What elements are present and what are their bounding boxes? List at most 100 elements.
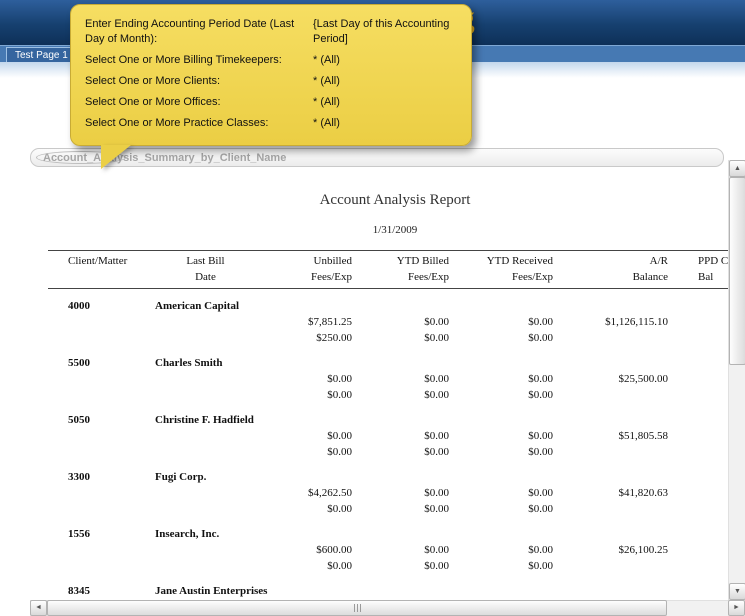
scroll-left-button[interactable]: ◄ <box>30 600 47 616</box>
amount-cell: $0.00 <box>327 389 352 401</box>
tooltip-value: * (All) <box>313 96 340 108</box>
amount-cell: $51,805.58 <box>618 430 669 442</box>
amount-cell: $41,820.63 <box>618 487 669 499</box>
amount-cell: $0.00 <box>424 373 449 385</box>
amount-cell <box>553 501 668 517</box>
table-row: $250.00 $0.00 $0.00 <box>48 330 728 346</box>
amount-cell: $0.00 <box>424 487 449 499</box>
client-group: 3300 Fugi Corp. $4,262.50 $0.00 $0.00 $41,820… <box>48 469 728 517</box>
tooltip-value: * (All) <box>313 117 340 129</box>
report-date: 1/31/2009 <box>372 224 418 236</box>
amount-cell: $0.00 <box>528 446 553 458</box>
amount-cell: $25,500.00 <box>618 373 669 385</box>
client-name: Jane Austin Enterprises <box>155 585 268 597</box>
amount-cell: $0.00 <box>424 560 449 572</box>
tooltip-value: {Last Day of this Accounting Period] <box>313 18 450 45</box>
vertical-scroll-thumb[interactable] <box>729 177 745 365</box>
amount-cell: $0.00 <box>528 373 553 385</box>
amount-cell <box>668 314 728 330</box>
client-group: 1556 Insearch, Inc. $600.00 $0.00 $0.00 $26,1… <box>48 526 728 574</box>
tooltip-label: Select One or More Practice Classes: <box>85 117 269 129</box>
amount-cell: $4,262.50 <box>308 487 352 499</box>
tooltip-row: Enter Ending Accounting Period Date (Las… <box>85 17 457 47</box>
amount-cell: $1,126,115.10 <box>605 316 668 328</box>
table-row: $4,262.50 $0.00 $0.00 $41,820.63 <box>48 485 728 501</box>
client-id: 1556 <box>68 528 90 540</box>
scroll-thumb-grip <box>353 604 361 612</box>
amount-cell: $0.00 <box>424 332 449 344</box>
client-name: Fugi Corp. <box>155 471 207 483</box>
amount-cell: $7,851.25 <box>308 316 352 328</box>
tooltip-label: Enter Ending Accounting Period Date (Las… <box>85 18 295 45</box>
client-id: 8345 <box>68 585 90 597</box>
column-header: Last Bill Date <box>186 255 225 283</box>
amount-cell: $0.00 <box>327 430 352 442</box>
amount-cell: $0.00 <box>327 560 352 572</box>
report-viewport: Account Analysis Report 1/31/2009 Client… <box>30 168 728 600</box>
report-table: Client/Matter Last Bill Date Unbilled Fees/E… <box>48 250 728 599</box>
amount-cell <box>668 330 728 346</box>
client-group: 5050 Christine F. Hadfield $0.00 $0.00 $0.00… <box>48 412 728 460</box>
amount-cell: $0.00 <box>424 430 449 442</box>
vertical-scrollbar[interactable]: ▲ ▼ <box>728 160 745 600</box>
amount-cell <box>668 501 728 517</box>
client-group: 5500 Charles Smith $0.00 $0.00 $0.00 $25,500.… <box>48 355 728 403</box>
column-header: YTD Billed Fees/Exp <box>396 255 449 283</box>
client-name: Charles Smith <box>155 357 223 369</box>
client-group: 4000 American Capital $7,851.25 $0.00 $0.00 $… <box>48 298 728 346</box>
amount-cell: $0.00 <box>528 389 553 401</box>
tooltip-label: Select One or More Billing Timekeepers: <box>85 54 282 66</box>
tooltip-label: Select One or More Offices: <box>85 96 221 108</box>
table-row: $0.00 $0.00 $0.00 <box>48 387 728 403</box>
amount-cell <box>668 444 728 460</box>
amount-cell: $250.00 <box>316 332 352 344</box>
scroll-right-button[interactable]: ► <box>728 600 745 616</box>
tooltip-row: Select One or More Practice Classes: * (A… <box>85 116 457 131</box>
amount-cell <box>668 428 728 444</box>
table-row: $0.00 $0.00 $0.00 $51,805.58 <box>48 428 728 444</box>
tooltip-label: Select One or More Clients: <box>85 75 221 87</box>
amount-cell: $0.00 <box>528 487 553 499</box>
client-group: 8345 Jane Austin Enterprises <box>48 583 728 599</box>
table-row: $0.00 $0.00 $0.00 <box>48 558 728 574</box>
column-header: YTD Received Fees/Exp <box>486 255 553 283</box>
amount-cell: $0.00 <box>528 544 553 556</box>
amount-cell: $0.00 <box>424 446 449 458</box>
tooltip-row: Select One or More Clients: * (All) <box>85 74 457 89</box>
amount-cell <box>668 558 728 574</box>
report-title: Account Analysis Report <box>319 192 471 208</box>
amount-cell: $0.00 <box>424 503 449 515</box>
report-section-header[interactable]: Account_Analysis_Summary_by_Client_Name <box>30 148 724 167</box>
amount-cell: $0.00 <box>327 446 352 458</box>
amount-cell: $0.00 <box>424 389 449 401</box>
amount-cell <box>553 387 668 403</box>
amount-cell <box>668 371 728 387</box>
amount-cell <box>668 542 728 558</box>
client-id: 5050 <box>68 414 90 426</box>
tooltip-row: Select One or More Billing Timekeepers: *… <box>85 53 457 68</box>
report-table-body: 4000 American Capital $7,851.25 $0.00 $0.00 $… <box>48 298 728 599</box>
table-row: $0.00 $0.00 $0.00 <box>48 444 728 460</box>
amount-cell: $26,100.25 <box>618 544 669 556</box>
column-header: PPD C Bal <box>698 255 728 283</box>
parameters-tooltip: Enter Ending Accounting Period Date (Las… <box>70 4 472 169</box>
report-table-header: Client/Matter Last Bill Date Unbilled Fees/E… <box>48 250 728 289</box>
amount-cell <box>553 558 668 574</box>
amount-cell: $600.00 <box>316 544 352 556</box>
client-id: 4000 <box>68 300 90 312</box>
client-id: 5500 <box>68 357 90 369</box>
amount-cell <box>553 444 668 460</box>
horizontal-scroll-thumb[interactable] <box>47 600 667 616</box>
amount-cell: $0.00 <box>327 503 352 515</box>
client-name: Christine F. Hadfield <box>155 414 254 426</box>
tab-test-page-1[interactable]: Test Page 1 <box>6 47 77 63</box>
amount-cell: $0.00 <box>424 544 449 556</box>
scroll-down-button[interactable]: ▼ <box>729 583 745 600</box>
section-title: Account_Analysis_Summary_by_Client_Name <box>43 152 287 164</box>
table-row: $600.00 $0.00 $0.00 $26,100.25 <box>48 542 728 558</box>
client-name: Insearch, Inc. <box>155 528 220 540</box>
horizontal-scrollbar[interactable]: ◄ ► <box>30 600 745 616</box>
table-row: $0.00 $0.00 $0.00 <box>48 501 728 517</box>
scroll-up-button[interactable]: ▲ <box>729 160 745 177</box>
table-row: $7,851.25 $0.00 $0.00 $1,126,115.10 <box>48 314 728 330</box>
